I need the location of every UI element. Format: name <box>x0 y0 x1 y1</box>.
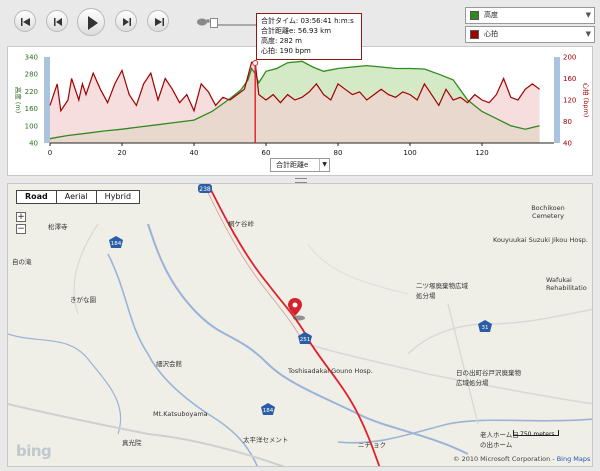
x-tick-label: 80 <box>334 149 343 157</box>
y-left-tick-label: 220 <box>25 88 38 96</box>
chevron-down-icon: ▼ <box>319 159 327 171</box>
x-tick-label: 0 <box>48 149 52 157</box>
map-type-road[interactable]: Road <box>17 191 57 203</box>
speed-slider-knob[interactable] <box>210 18 218 28</box>
turtle-icon <box>197 18 210 26</box>
chart-panel: 0 20 40 60 80 100 120 40 100 160 220 280 340 40 80 120 1… <box>7 46 593 176</box>
tooltip-heart-rate: 心拍: 190 bpm <box>261 47 311 55</box>
x-axis-select[interactable]: 合計距離e ▼ <box>270 158 330 172</box>
y-right-tick-label: 200 <box>563 54 576 62</box>
series-select-top[interactable]: 高度 ▼ <box>465 7 595 24</box>
y-right-tick-label: 40 <box>563 140 572 148</box>
copyright-notice: © 2010 Microsoft Corporation - <box>453 455 557 463</box>
map-label: Toshisadakai Gouno Hosp. <box>288 367 373 375</box>
map-label: Kouyuukai Suzuki Jikou Hosp. <box>493 236 588 244</box>
map-label: 細沢会館 <box>156 360 182 368</box>
route-shield: 251 <box>298 332 312 344</box>
route-shield-label: 31 <box>482 325 489 331</box>
route-shield-label: 238 <box>199 186 211 193</box>
copyright-text: © 2010 Microsoft Corporation - Bing Maps <box>453 455 590 463</box>
series-select-label: 心拍 <box>484 30 498 38</box>
route-shield: 31 <box>478 320 492 332</box>
rewind-icon <box>21 18 30 26</box>
route-shield-label: 184 <box>111 241 122 247</box>
data-tooltip: 合計タイム: 03:56:41 h:m:s 合計距離e: 56.93 km 高度… <box>256 13 362 60</box>
y-left-tick-label: 280 <box>25 71 38 79</box>
y-left-tick-label: 340 <box>25 54 38 62</box>
map-label: きがな園 <box>70 296 96 304</box>
map-label: ニチ ョク <box>358 441 387 449</box>
map-type-switcher: Road Aerial Hybrid <box>16 190 141 204</box>
y-left-axis-label: 高度 (m) <box>14 87 23 113</box>
map-label: 二ツ塚廃棄物広域処分場 <box>416 282 468 300</box>
step-forward-button[interactable] <box>115 10 137 32</box>
series-select-label: 高度 <box>484 11 498 19</box>
y-right-tick-label: 120 <box>563 97 576 105</box>
route-shield: 184 <box>109 236 123 248</box>
x-tick-label: 40 <box>190 149 199 157</box>
left-axis-scrollbar <box>44 57 50 143</box>
route-shield: 238 <box>198 184 212 193</box>
rewind-button[interactable] <box>14 10 36 32</box>
bing-maps-link[interactable]: Bing Maps <box>557 455 591 463</box>
step-back-icon <box>54 18 62 26</box>
step-back-button[interactable] <box>46 10 68 32</box>
y-right-tick-label: 80 <box>563 118 572 126</box>
fast-forward-button[interactable] <box>147 10 169 32</box>
series-color-swatch <box>470 11 479 20</box>
map-label: Bochikoen Cemetery <box>531 204 565 220</box>
tooltip-time: 合計タイム: 03:56:41 h:m:s <box>261 17 354 25</box>
play-button[interactable] <box>77 8 105 36</box>
x-tick-label: 100 <box>403 149 416 157</box>
zoom-out-button[interactable]: − <box>16 224 26 234</box>
play-icon <box>88 16 98 30</box>
elevation-heart-rate-chart[interactable]: 0 20 40 60 80 100 120 40 100 160 220 280 340 40 80 120 1… <box>8 47 592 175</box>
y-right-tick-label: 160 <box>563 75 576 83</box>
scale-label: 750 meters <box>520 431 555 438</box>
map-label: 日の出町谷戸沢廃棄物広域処分場 <box>456 369 521 387</box>
zoom-in-button[interactable]: + <box>16 212 26 222</box>
map-view[interactable]: Road Aerial Hybrid + − 238 184 31 184 25… <box>7 183 593 467</box>
map-label: 桐ケ谷峠 <box>228 220 254 228</box>
bing-logo: bing <box>16 442 52 460</box>
y-left-tick-label: 160 <box>25 105 38 113</box>
series-select-bottom[interactable]: 心拍 ▼ <box>465 26 595 43</box>
route-shield-label: 184 <box>263 408 274 414</box>
location-pin-icon[interactable] <box>288 298 306 322</box>
route-shield: 184 <box>261 403 275 415</box>
x-tick-label: 60 <box>262 149 271 157</box>
right-axis-scrollbar <box>554 57 560 143</box>
map-label: 真光院 <box>122 439 142 447</box>
map-label: Mt.Katsuboyama <box>153 410 208 418</box>
y-left-tick-label: 40 <box>29 140 38 148</box>
map-label: 松澤寺 <box>48 223 68 231</box>
y-right-axis-label: 心拍 (bpm) <box>582 83 591 118</box>
x-tick-label: 20 <box>118 149 127 157</box>
chevron-down-icon: ▼ <box>585 11 591 19</box>
route-shield-label: 251 <box>300 337 311 343</box>
y-left-tick-label: 100 <box>25 122 38 130</box>
chevron-down-icon: ▼ <box>585 30 591 38</box>
map-label: 太平洋セメント <box>243 436 289 444</box>
x-axis-select-label: 合計距離e <box>276 161 309 169</box>
map-label: 自の滝 <box>12 258 32 266</box>
map-type-aerial[interactable]: Aerial <box>57 191 97 203</box>
x-tick-label: 120 <box>475 149 488 157</box>
series-color-swatch <box>470 30 479 39</box>
step-forward-icon <box>123 18 131 26</box>
tooltip-altitude: 高度: 282 m <box>261 37 302 45</box>
map-label: Wafukai Rehabilitatio <box>546 276 587 292</box>
position-cursor-marker <box>252 60 259 66</box>
tooltip-distance: 合計距離e: 56.93 km <box>261 27 332 35</box>
map-canvas <box>8 184 592 466</box>
map-type-hybrid[interactable]: Hybrid <box>97 191 139 203</box>
fast-forward-icon <box>155 18 164 26</box>
